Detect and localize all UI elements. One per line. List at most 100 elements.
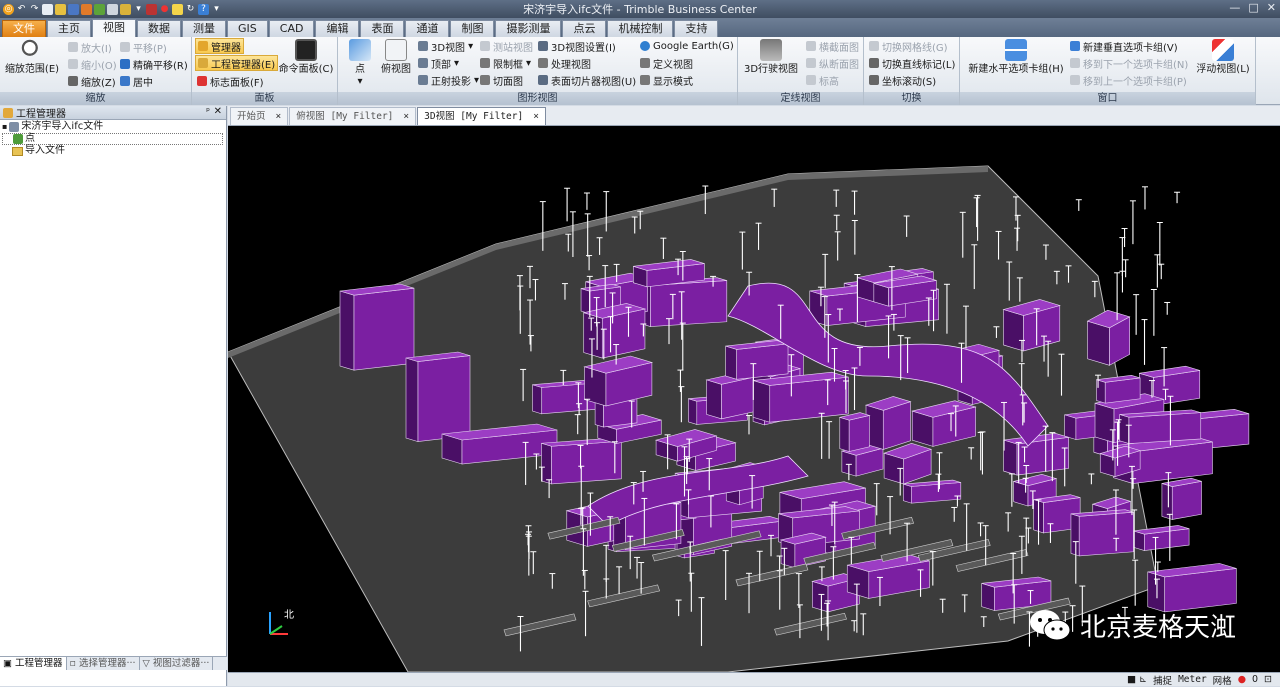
ribbon-tab-13[interactable]: 机械控制 bbox=[607, 20, 674, 37]
drive3d-button[interactable]: 3D行驶视图 bbox=[740, 39, 802, 76]
measure-icon[interactable] bbox=[146, 3, 157, 15]
precise-pan-button[interactable]: 精确平移(R) bbox=[118, 56, 190, 72]
toggle-grid-button[interactable]: 切换网格线(G) bbox=[867, 38, 950, 54]
project-manager-button[interactable]: 工程管理器(E) bbox=[195, 55, 279, 71]
document-tab-1[interactable]: 俯视图 [My Filter] × bbox=[289, 107, 417, 125]
tree-item-points[interactable]: 点 bbox=[2, 133, 223, 145]
plan-view-button[interactable]: 俯视图 bbox=[378, 39, 414, 76]
open-icon[interactable] bbox=[55, 3, 66, 15]
tree-root[interactable]: ▪ 宋济宇导入ifc文件 bbox=[2, 121, 226, 133]
ribbon-tab-2[interactable]: 视图 bbox=[92, 19, 136, 37]
cross-section-button[interactable]: 横截面图 bbox=[804, 38, 861, 54]
project-manager-header: 工程管理器 ᵖ ✕ bbox=[0, 106, 226, 120]
google-earth-button[interactable]: Google Earth(G) bbox=[638, 38, 736, 54]
ribbon-tab-10[interactable]: 制图 bbox=[450, 20, 495, 37]
ribbon-tab-6[interactable]: CAD bbox=[268, 20, 315, 37]
record-icon[interactable]: ● bbox=[159, 4, 170, 15]
tab-selection-manager[interactable]: ▫ 选择管理器··· bbox=[67, 657, 140, 670]
section-button[interactable]: 切面图 bbox=[478, 72, 525, 88]
minimize-icon[interactable]: — bbox=[1229, 1, 1240, 14]
document-tab-2[interactable]: 3D视图 [My Filter] × bbox=[417, 107, 546, 125]
limit-box-button[interactable]: 限制框 ▾ bbox=[478, 55, 533, 71]
point-button[interactable]: 点 ▾ bbox=[344, 39, 376, 88]
ribbon-tab-0[interactable]: 文件 bbox=[2, 20, 46, 37]
close-icon[interactable]: ✕ bbox=[1267, 1, 1276, 14]
export-icon[interactable] bbox=[94, 3, 105, 15]
process-view-button[interactable]: 处理视图 bbox=[536, 55, 593, 71]
tab-project-manager[interactable]: ▣ 工程管理器 bbox=[0, 657, 67, 670]
3d-viewport[interactable]: 北 北京麦格天渱 bbox=[228, 126, 1280, 672]
lock-icon[interactable]: ⊡ bbox=[1264, 674, 1272, 685]
ribbon-tab-4[interactable]: 测量 bbox=[182, 20, 226, 37]
tab-view-filter[interactable]: ▽ 视图过滤器··· bbox=[140, 657, 214, 670]
snap-status[interactable]: 捕捉 bbox=[1153, 673, 1172, 687]
new-icon[interactable] bbox=[42, 3, 53, 15]
center-button[interactable]: 居中 bbox=[118, 73, 155, 89]
zoom-in-icon bbox=[68, 42, 78, 52]
pan-button[interactable]: 平移(P) bbox=[118, 39, 169, 55]
settings3d-button[interactable]: 3D视图设置(I) bbox=[536, 38, 618, 54]
manager-icon bbox=[198, 41, 208, 51]
snap-icon[interactable]: ■ ⊾ bbox=[1127, 674, 1147, 685]
new-horizontal-tab-group-button[interactable]: 新建水平选项卡组(H) bbox=[964, 39, 1068, 76]
toggle-group: 切换网格线(G) 切换直线标记(L) 坐标滚动(S) 切换 bbox=[864, 37, 960, 105]
move-next-tab-group-button[interactable]: 移到下一个选项卡组(N) bbox=[1068, 55, 1190, 71]
units-status[interactable]: Meter bbox=[1178, 674, 1207, 685]
layers-icon[interactable] bbox=[120, 3, 131, 15]
profile-button[interactable]: 纵断面图 bbox=[804, 55, 861, 71]
qat-dropdown-icon[interactable]: ▾ bbox=[211, 4, 222, 15]
highlight-icon[interactable] bbox=[172, 3, 183, 15]
display-mode-button[interactable]: 显示模式 bbox=[638, 72, 695, 88]
new-vertical-tab-group-button[interactable]: 新建垂直选项卡组(V) bbox=[1068, 38, 1180, 54]
surface-slicer-button[interactable]: 表面切片器视图(U) bbox=[536, 72, 638, 88]
collapse-icon[interactable]: ▪ bbox=[2, 121, 7, 133]
count-status: 0 bbox=[1251, 674, 1259, 685]
import-icon[interactable] bbox=[81, 3, 92, 15]
command-panel-button[interactable]: 命令面板(C) bbox=[276, 39, 336, 76]
tree-item-imported-files[interactable]: 导入文件 bbox=[2, 145, 226, 157]
move-prev-tab-group-button[interactable]: 移到上一个选项卡组(P) bbox=[1068, 72, 1189, 88]
coord-scroll-button[interactable]: 坐标滚动(S) bbox=[867, 72, 938, 88]
ribbon-tab-3[interactable]: 数据 bbox=[137, 20, 181, 37]
print-icon[interactable] bbox=[107, 3, 118, 15]
elevation-button[interactable]: 标高 bbox=[804, 72, 841, 88]
ribbon-tab-7[interactable]: 编辑 bbox=[315, 20, 360, 37]
ribbon: 缩放范围(E) 放大(I) 缩小(O) 缩放(Z) 平移(P) 精确平移(R) … bbox=[0, 37, 1280, 105]
ribbon-tab-9[interactable]: 通道 bbox=[405, 20, 450, 37]
zoom-in-button[interactable]: 放大(I) bbox=[66, 39, 114, 55]
ribbon-tab-8[interactable]: 表面 bbox=[360, 20, 405, 37]
maximize-icon[interactable]: □ bbox=[1248, 1, 1258, 14]
select-icon[interactable]: ▾ bbox=[133, 4, 144, 15]
zoom-out-button[interactable]: 缩小(O) bbox=[66, 56, 119, 72]
flag-panel-button[interactable]: 标志面板(F) bbox=[195, 73, 266, 89]
manager-button[interactable]: 管理器 bbox=[195, 38, 244, 54]
duct-segment bbox=[779, 532, 827, 569]
ribbon-tab-11[interactable]: 摄影测量 bbox=[495, 20, 562, 37]
panel-close-icon[interactable]: ✕ bbox=[214, 106, 222, 117]
save-icon[interactable] bbox=[68, 3, 79, 15]
document-tab-close-icon[interactable]: × bbox=[403, 108, 409, 125]
redo-icon[interactable]: ↷ bbox=[29, 4, 40, 15]
top-button[interactable]: 顶部 ▾ bbox=[416, 55, 461, 71]
ribbon-tab-5[interactable]: GIS bbox=[227, 20, 268, 37]
ribbon-tab-12[interactable]: 点云 bbox=[562, 20, 607, 37]
zoom-button[interactable]: 缩放(Z) bbox=[66, 73, 118, 89]
help-icon[interactable]: ? bbox=[198, 3, 209, 15]
zoom-extents-button[interactable]: 缩放范围(E) bbox=[4, 39, 60, 76]
document-tab-close-icon[interactable]: × bbox=[533, 108, 539, 125]
pin-icon[interactable]: ᵖ bbox=[206, 107, 210, 117]
grid-status[interactable]: 网格 bbox=[1213, 673, 1232, 687]
float-view-button[interactable]: 浮动视图(L) bbox=[1192, 39, 1254, 76]
ortho-button[interactable]: 正射投影 ▾ bbox=[416, 72, 481, 88]
toggle-line-marks-button[interactable]: 切换直线标记(L) bbox=[867, 55, 957, 71]
undo-icon[interactable]: ↶ bbox=[16, 4, 27, 15]
ribbon-tab-14[interactable]: 支持 bbox=[674, 20, 719, 37]
define-view-button[interactable]: 定义视图 bbox=[638, 55, 695, 71]
document-tab-close-icon[interactable]: × bbox=[276, 108, 282, 125]
survey-view-button[interactable]: 测站视图 bbox=[478, 38, 535, 54]
view3d-button[interactable]: 3D视图 ▾ bbox=[416, 38, 475, 54]
app-menu-icon[interactable]: ◎ bbox=[3, 3, 14, 15]
ribbon-tab-1[interactable]: 主页 bbox=[47, 20, 91, 37]
document-tab-0[interactable]: 开始页 × bbox=[230, 107, 289, 125]
refresh-icon[interactable]: ↻ bbox=[185, 4, 196, 15]
